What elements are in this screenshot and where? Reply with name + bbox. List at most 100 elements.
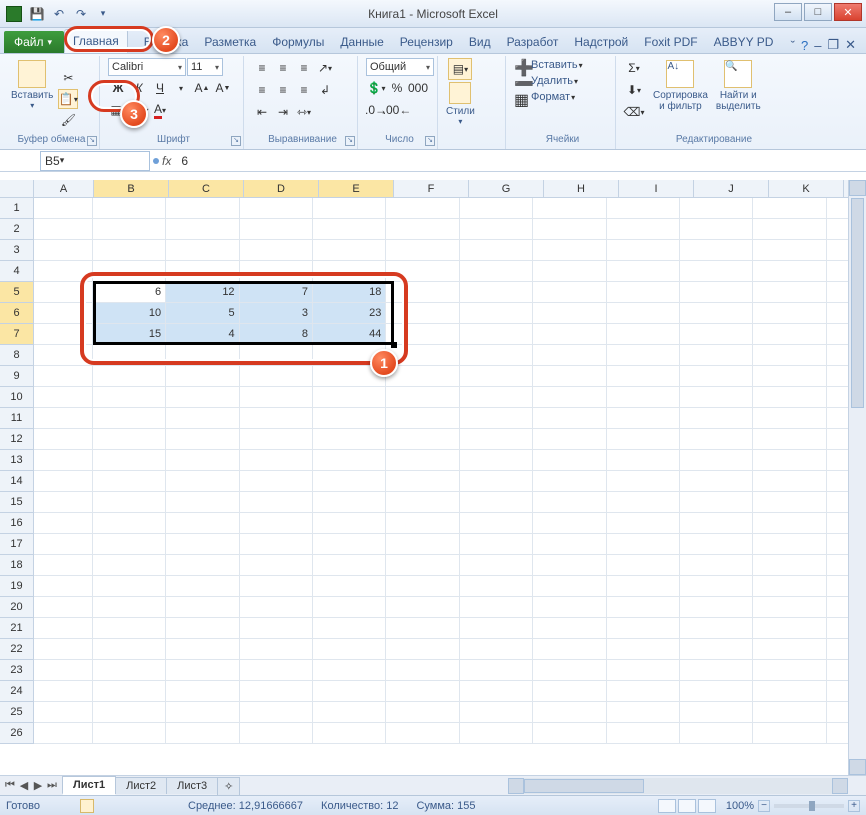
new-sheet-button[interactable]: ✧ [217,777,240,795]
cell-F11[interactable] [386,408,459,429]
cell-I14[interactable] [607,471,680,492]
cell-A23[interactable] [34,660,93,681]
cell-E11[interactable] [313,408,386,429]
cell-F24[interactable] [386,681,459,702]
cell-A20[interactable] [34,597,93,618]
row-header-12[interactable]: 12 [0,429,34,450]
cell-C14[interactable] [166,471,239,492]
name-box-dropdown-icon[interactable]: ▾ [60,155,65,166]
cell-B26[interactable] [93,723,166,744]
col-header-B[interactable]: B [94,180,169,198]
cell-A2[interactable] [34,219,93,240]
cell-I26[interactable] [607,723,680,744]
cell-A6[interactable] [34,303,93,324]
cell-G8[interactable] [460,345,533,366]
cell-F14[interactable] [386,471,459,492]
cell-K20[interactable] [753,597,826,618]
cell-E25[interactable] [313,702,386,723]
cell-H23[interactable] [533,660,606,681]
cell-H2[interactable] [533,219,606,240]
cell-B12[interactable] [93,429,166,450]
cell-H14[interactable] [533,471,606,492]
cell-D3[interactable] [240,240,313,261]
cell-H1[interactable] [533,198,606,219]
cell-I22[interactable] [607,639,680,660]
cell-C8[interactable] [166,345,239,366]
cell-C9[interactable] [166,366,239,387]
cell-G14[interactable] [460,471,533,492]
cell-G23[interactable] [460,660,533,681]
decrease-indent-button[interactable]: ⇤ [252,102,272,122]
row-header-1[interactable]: 1 [0,198,34,219]
qat-undo-button[interactable]: ↶ [50,5,68,23]
cell-I21[interactable] [607,618,680,639]
cell-I7[interactable] [607,324,680,345]
scroll-up-button[interactable] [849,180,866,196]
row-header-18[interactable]: 18 [0,555,34,576]
cell-H10[interactable] [533,387,606,408]
cell-F22[interactable] [386,639,459,660]
find-select-button[interactable]: 🔍 Найти и выделить [713,58,764,114]
cell-E6[interactable]: 23 [313,303,386,324]
cell-K17[interactable] [753,534,826,555]
decrease-font-button[interactable]: A▼ [213,78,233,98]
sort-filter-button[interactable]: A↓ Сортировка и фильтр [650,58,711,114]
cell-C11[interactable] [166,408,239,429]
cell-I25[interactable] [607,702,680,723]
cell-K15[interactable] [753,492,826,513]
cell-K7[interactable] [753,324,826,345]
formula-input[interactable]: 6 [177,154,866,168]
name-box[interactable]: B5 ▾ [40,151,150,171]
cell-C25[interactable] [166,702,239,723]
cell-E15[interactable] [313,492,386,513]
cell-H12[interactable] [533,429,606,450]
cell-F15[interactable] [386,492,459,513]
cell-B11[interactable] [93,408,166,429]
cell-A19[interactable] [34,576,93,597]
cell-H9[interactable] [533,366,606,387]
cell-D22[interactable] [240,639,313,660]
cell-D24[interactable] [240,681,313,702]
cell-E5[interactable]: 18 [313,282,386,303]
cell-I4[interactable] [607,261,680,282]
sheet-nav-first-icon[interactable]: ⏮ [4,779,16,792]
cell-E19[interactable] [313,576,386,597]
cell-J5[interactable] [680,282,753,303]
row-header-16[interactable]: 16 [0,513,34,534]
cell-B6[interactable]: 10 [93,303,166,324]
cell-E20[interactable] [313,597,386,618]
percent-button[interactable]: % [387,78,407,98]
cell-G16[interactable] [460,513,533,534]
cell-B9[interactable] [93,366,166,387]
cell-C17[interactable] [166,534,239,555]
cell-G13[interactable] [460,450,533,471]
insert-cells-button[interactable]: Вставить [531,59,578,71]
cell-D8[interactable] [240,345,313,366]
cell-H17[interactable] [533,534,606,555]
cell-H20[interactable] [533,597,606,618]
ribbon-minimize-icon[interactable]: ˇ [791,38,795,53]
vscroll-thumb[interactable] [851,198,864,408]
tab-data[interactable]: Данные [332,31,391,53]
fx-button[interactable]: fx [162,154,171,168]
column-headers[interactable]: ABCDEFGHIJKL [34,180,866,198]
cell-K11[interactable] [753,408,826,429]
cell-C23[interactable] [166,660,239,681]
cell-A10[interactable] [34,387,93,408]
cell-B25[interactable] [93,702,166,723]
paste-button[interactable]: Вставить ▾ [8,58,56,112]
row-header-6[interactable]: 6 [0,303,34,324]
cell-D26[interactable] [240,723,313,744]
cell-A24[interactable] [34,681,93,702]
name-box-resize-handle[interactable] [153,158,159,164]
cell-B24[interactable] [93,681,166,702]
zoom-in-button[interactable]: + [848,800,860,812]
align-bottom-button[interactable]: ≡ [294,58,314,78]
zoom-out-button[interactable]: − [758,800,770,812]
cell-A8[interactable] [34,345,93,366]
cell-J9[interactable] [680,366,753,387]
cell-G18[interactable] [460,555,533,576]
row-header-26[interactable]: 26 [0,723,34,744]
cell-E18[interactable] [313,555,386,576]
cell-J21[interactable] [680,618,753,639]
